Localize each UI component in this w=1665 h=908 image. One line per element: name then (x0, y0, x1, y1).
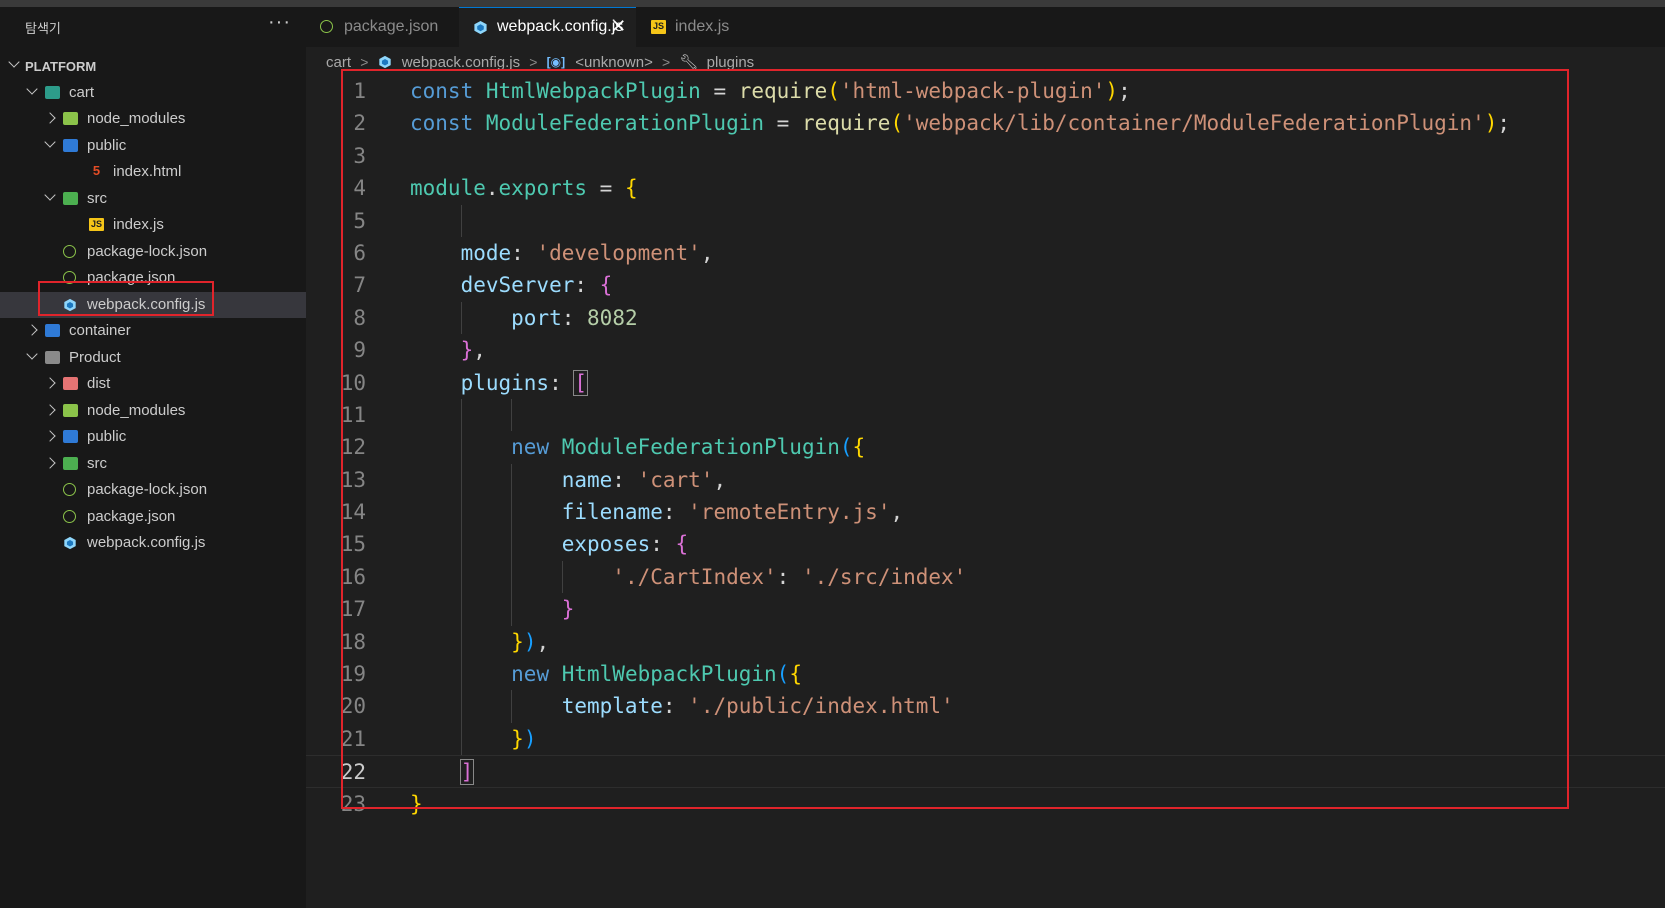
json-file-icon (63, 509, 76, 523)
tree-item-label: PLATFORM (25, 59, 97, 74)
tab-webpack-config[interactable]: webpack.config.js ✕ (459, 7, 636, 47)
webpack-icon (378, 54, 392, 71)
js-icon: JS (651, 20, 666, 34)
tree-item-label: webpack.config.js (87, 534, 206, 551)
chevron-right-icon[interactable] (44, 456, 56, 469)
title-bar-strip (0, 0, 1665, 7)
chevron-right-icon[interactable] (44, 377, 56, 389)
tree-folder[interactable]: node_modules (0, 106, 306, 133)
chevron-down-icon[interactable] (44, 135, 56, 148)
tab-label: package.json (344, 18, 439, 35)
more-actions-icon[interactable]: ··· (268, 11, 291, 34)
tree-item-label: public (87, 136, 127, 154)
tree-file[interactable]: package-lock.json (0, 239, 306, 266)
tree-folder[interactable]: container (0, 318, 306, 345)
tree-file[interactable]: webpack.config.js (0, 530, 306, 557)
folder-icon (45, 85, 60, 99)
variable-icon: [◉] (546, 55, 566, 70)
tree-file[interactable]: JS index.js (0, 212, 306, 239)
chevron-down-icon[interactable] (44, 188, 56, 201)
tab-label: index.js (675, 18, 730, 35)
breadcrumb-symbol-unknown[interactable]: <unknown> (575, 54, 653, 71)
chevron-right-icon[interactable] (44, 403, 56, 416)
js-file-icon: JS (89, 218, 104, 231)
highlight-annotation-file (38, 281, 214, 316)
tree-item-label: cart (69, 83, 95, 101)
folder-icon (63, 191, 78, 205)
chevron-right-icon[interactable] (44, 112, 56, 124)
chevron-right-icon[interactable] (44, 430, 56, 442)
tree-item-label: node_modules (87, 401, 186, 419)
tree-folder[interactable]: Product (0, 345, 306, 372)
tree-item-label: public (87, 428, 127, 445)
chevron-right-icon: > (360, 54, 369, 71)
tree-item-label: package-lock.json (87, 242, 208, 260)
chevron-right-icon: > (529, 54, 538, 71)
tree-item-label: package-lock.json (87, 481, 208, 498)
tree-item-label: src (87, 454, 107, 472)
chevron-down-icon[interactable] (26, 82, 38, 95)
tab-index-js[interactable]: JS index.js (637, 7, 781, 47)
tree-file[interactable]: package.json (0, 504, 306, 531)
folder-icon (63, 456, 78, 470)
tree-item-label: package.json (87, 507, 176, 525)
tree-folder[interactable]: src (0, 451, 306, 478)
folder-icon (63, 138, 78, 152)
tree-item-label: index.html (113, 163, 182, 180)
highlight-annotation-code (341, 69, 1569, 809)
chevron-down-icon[interactable] (8, 56, 20, 68)
tree-item-label: src (87, 189, 107, 207)
tree-folder[interactable]: dist (0, 371, 306, 398)
tree-folder[interactable]: public (0, 424, 306, 451)
webpack-icon (473, 20, 488, 35)
folder-icon (45, 350, 60, 364)
json-file-icon (63, 244, 76, 258)
html-file-icon: 5 (92, 163, 101, 178)
tree-item-label: node_modules (87, 110, 186, 127)
tree-file[interactable]: package-lock.json (0, 477, 306, 504)
tree-folder[interactable]: src (0, 186, 306, 213)
json-icon (320, 20, 333, 33)
webpack-file-icon (63, 536, 77, 550)
tree-item-label: dist (87, 375, 111, 392)
tree-root[interactable]: PLATFORM (0, 53, 306, 80)
chevron-right-icon[interactable] (26, 324, 38, 336)
explorer-header: 탐색기 ··· (0, 7, 306, 47)
tree-item-label: Product (69, 348, 121, 366)
tab-label: webpack.config.js (497, 18, 624, 35)
json-file-icon (63, 483, 76, 496)
folder-icon (63, 403, 78, 417)
folder-icon (45, 324, 60, 337)
breadcrumb-folder[interactable]: cart (326, 54, 351, 71)
folder-icon (63, 112, 78, 125)
explorer-sidebar: 탐색기 ··· PLATFORM cart node_modules public 5 i… (0, 7, 306, 908)
tree-folder[interactable]: node_modules (0, 398, 306, 425)
tree-item-label: container (69, 322, 131, 339)
tree-folder[interactable]: cart (0, 80, 306, 107)
folder-icon (63, 430, 78, 443)
explorer-title: 탐색기 (25, 21, 61, 36)
tab-package-json[interactable]: package.json (306, 7, 458, 47)
breadcrumb-symbol-plugins[interactable]: plugins (707, 54, 755, 71)
chevron-right-icon: > (662, 54, 671, 71)
editor-tab-bar: package.json webpack.config.js ✕ JS inde… (306, 7, 1665, 47)
close-icon[interactable]: ✕ (611, 16, 626, 37)
chevron-down-icon[interactable] (26, 347, 38, 360)
breadcrumb-file[interactable]: webpack.config.js (402, 54, 520, 71)
tree-folder[interactable]: public (0, 133, 306, 160)
tree-item-label: index.js (113, 216, 164, 233)
folder-icon (63, 377, 78, 390)
tree-file[interactable]: 5 index.html (0, 159, 306, 186)
